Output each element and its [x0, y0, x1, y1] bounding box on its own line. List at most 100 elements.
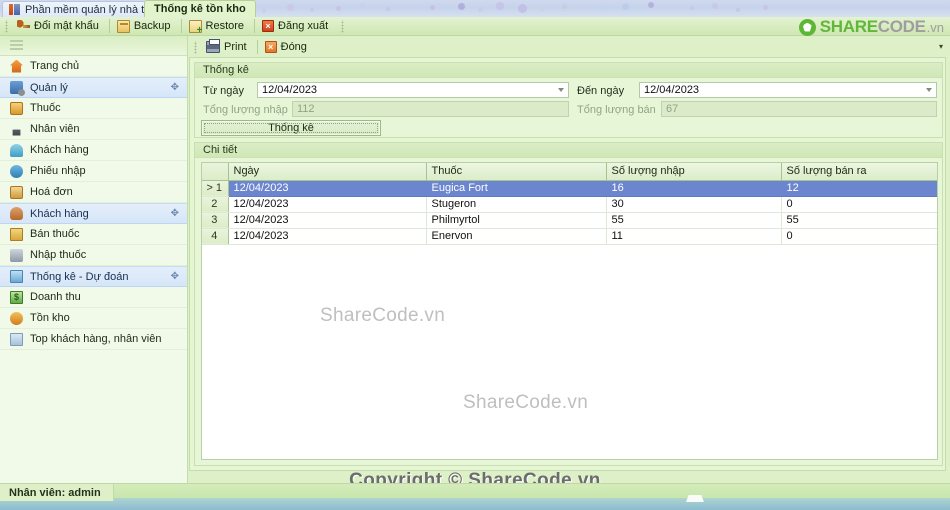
pin-icon[interactable]: ✥: [171, 208, 179, 219]
row-indicator[interactable]: 2: [202, 196, 229, 213]
water-decoration: [0, 498, 950, 510]
logout-label: Đăng xuất: [278, 20, 329, 32]
sidebar-item-ton-kho[interactable]: Tồn kho: [0, 308, 187, 329]
stock-icon: [10, 311, 23, 325]
column-header-so-luong-nhap[interactable]: Số lượng nhập: [606, 163, 782, 181]
sidebar-item-trang-chu[interactable]: Trang chủ: [0, 56, 187, 77]
cell-drug[interactable]: Philmyrtol: [426, 212, 607, 229]
sidebar-item-khach-hang[interactable]: Khách hàng: [0, 140, 187, 161]
cell-qty-out[interactable]: 0: [781, 196, 937, 213]
sell-icon: [10, 227, 23, 241]
pin-icon[interactable]: ✥: [171, 271, 179, 282]
cell-date[interactable]: 12/04/2023: [228, 196, 427, 213]
from-date-value: 12/04/2023: [262, 84, 318, 96]
sidebar-item-nhap-thuoc[interactable]: Nhập thuốc: [0, 245, 187, 266]
recycle-logo-icon: [798, 18, 816, 36]
cell-drug[interactable]: Enervon: [426, 228, 607, 245]
sidebar-item-phieu-nhap[interactable]: Phiếu nhập: [0, 161, 187, 182]
cell-qty-in[interactable]: 11: [606, 228, 782, 245]
restore-button[interactable]: Restore: [184, 18, 253, 35]
sidebar-item-label: Quản lý: [30, 81, 68, 94]
detail-datagrid[interactable]: Ngày Thuốc Số lượng nhập Số lượng bán ra…: [201, 162, 938, 460]
customer-icon: [10, 143, 23, 157]
sidebar-item-quan-ly[interactable]: Quản lý ✥: [0, 77, 187, 98]
from-date-input[interactable]: 12/04/2023: [257, 82, 569, 98]
cell-qty-out[interactable]: 0: [781, 228, 937, 245]
backup-button[interactable]: Backup: [112, 18, 179, 35]
chevron-down-icon[interactable]: [558, 88, 564, 92]
sidebar-item-ban-thuoc[interactable]: Bán thuốc: [0, 224, 187, 245]
print-icon: [206, 39, 220, 53]
toolbar-overflow-grip[interactable]: [340, 19, 346, 33]
sidebar-item-label: Nhân viên: [30, 123, 80, 135]
application-window: Phần mềm quản lý nhà thuốc Thống kê tồn …: [0, 0, 950, 510]
toolbar-separator: [180, 19, 182, 33]
change-password-button[interactable]: Đổi mật khẩu: [12, 18, 107, 35]
chevron-down-icon[interactable]: [926, 88, 932, 92]
cell-qty-in[interactable]: 30: [606, 196, 782, 213]
stats-icon: [10, 270, 23, 283]
status-bar: Nhân viên: admin: [0, 483, 950, 510]
to-date-value: 12/04/2023: [644, 84, 700, 96]
cell-drug[interactable]: Stugeron: [426, 196, 607, 213]
top-icon: [10, 332, 23, 346]
to-date-label: Đến ngày: [577, 85, 625, 97]
sidebar-item-khach-hang-group[interactable]: Khách hàng ✥: [0, 203, 187, 224]
sidebar-item-doanh-thu[interactable]: $ Doanh thu: [0, 287, 187, 308]
column-header-thuoc[interactable]: Thuốc: [426, 163, 607, 181]
detail-groupbox: Chi tiết Ngày Thuốc Số lượng nhập Số lượ…: [194, 142, 943, 466]
cell-qty-in[interactable]: 55: [606, 212, 782, 229]
brand-part2: CODE: [877, 17, 926, 36]
column-header-ngay[interactable]: Ngày: [228, 163, 427, 181]
to-date-input[interactable]: 12/04/2023: [639, 82, 937, 98]
sidebar-item-top-khach-hang[interactable]: Top khách hàng, nhân viên: [0, 329, 187, 350]
cell-date[interactable]: 12/04/2023: [228, 180, 427, 197]
toolbar-grip[interactable]: [4, 19, 9, 33]
logout-button[interactable]: × Đăng xuất: [257, 18, 336, 35]
import-icon: [10, 248, 23, 262]
table-row[interactable]: 3 12/04/2023 Philmyrtol 55 55: [202, 212, 937, 229]
sidebar-item-label: Thống kê - Dự đoán: [30, 270, 129, 283]
column-header-rowindex[interactable]: [202, 163, 229, 181]
pin-icon[interactable]: ✥: [171, 82, 179, 93]
run-statistics-button[interactable]: Thống kê: [201, 120, 381, 136]
cell-qty-in[interactable]: 16: [606, 180, 782, 197]
statistics-groupbox: Thống kê Từ ngày 12/04/2023 Đến ngày 12/…: [194, 62, 943, 138]
receipt-icon: [10, 164, 23, 178]
tab-thong-ke-ton-kho[interactable]: Thống kê tồn kho: [144, 0, 256, 17]
row-indicator[interactable]: 3: [202, 212, 229, 229]
manage-icon: [10, 81, 25, 96]
sidebar-item-label: Trang chủ: [30, 60, 80, 72]
sidebar-item-thong-ke-du-doan[interactable]: Thống kê - Dự đoán ✥: [0, 266, 187, 287]
close-form-button[interactable]: × Đóng: [260, 39, 315, 56]
sidebar-item-label: Khách hàng: [30, 144, 89, 156]
change-password-label: Đổi mật khẩu: [34, 20, 99, 32]
table-row[interactable]: > 1 12/04/2023 Eugica Fort 16 12: [202, 180, 937, 197]
cell-qty-out[interactable]: 55: [781, 212, 937, 229]
row-indicator[interactable]: > 1: [202, 180, 229, 197]
toolbar-separator: [254, 19, 256, 33]
form-toolbar-grip[interactable]: [193, 40, 198, 54]
column-header-so-luong-ban-ra[interactable]: Số lượng bán ra: [781, 163, 937, 181]
cell-qty-out[interactable]: 12: [781, 180, 937, 197]
total-in-value: 112: [297, 103, 315, 115]
sidebar-item-thuoc[interactable]: Thuốc: [0, 98, 187, 119]
invoice-icon: [10, 185, 23, 199]
run-statistics-label: Thống kê: [268, 122, 314, 134]
sidebar-header[interactable]: [0, 36, 187, 56]
row-indicator[interactable]: 4: [202, 228, 229, 245]
hamburger-icon[interactable]: [10, 39, 23, 52]
sidebar-item-nhan-vien[interactable]: Nhân viên: [0, 119, 187, 140]
cell-date[interactable]: 12/04/2023: [228, 212, 427, 229]
sidebar-item-label: Doanh thu: [30, 291, 81, 303]
restore-icon: [188, 19, 203, 35]
form-toolbar: Print × Đóng ▾: [189, 37, 946, 57]
app-icon: [9, 4, 20, 15]
cell-drug[interactable]: Eugica Fort: [426, 180, 607, 197]
table-row[interactable]: 4 12/04/2023 Enervon 11 0: [202, 228, 937, 245]
sidebar-item-hoa-don[interactable]: Hoá đơn: [0, 182, 187, 203]
table-row[interactable]: 2 12/04/2023 Stugeron 30 0: [202, 196, 937, 213]
toolbar-overflow-chevron-down-icon[interactable]: ▾: [939, 43, 943, 51]
cell-date[interactable]: 12/04/2023: [228, 228, 427, 245]
print-button[interactable]: Print: [201, 39, 255, 56]
